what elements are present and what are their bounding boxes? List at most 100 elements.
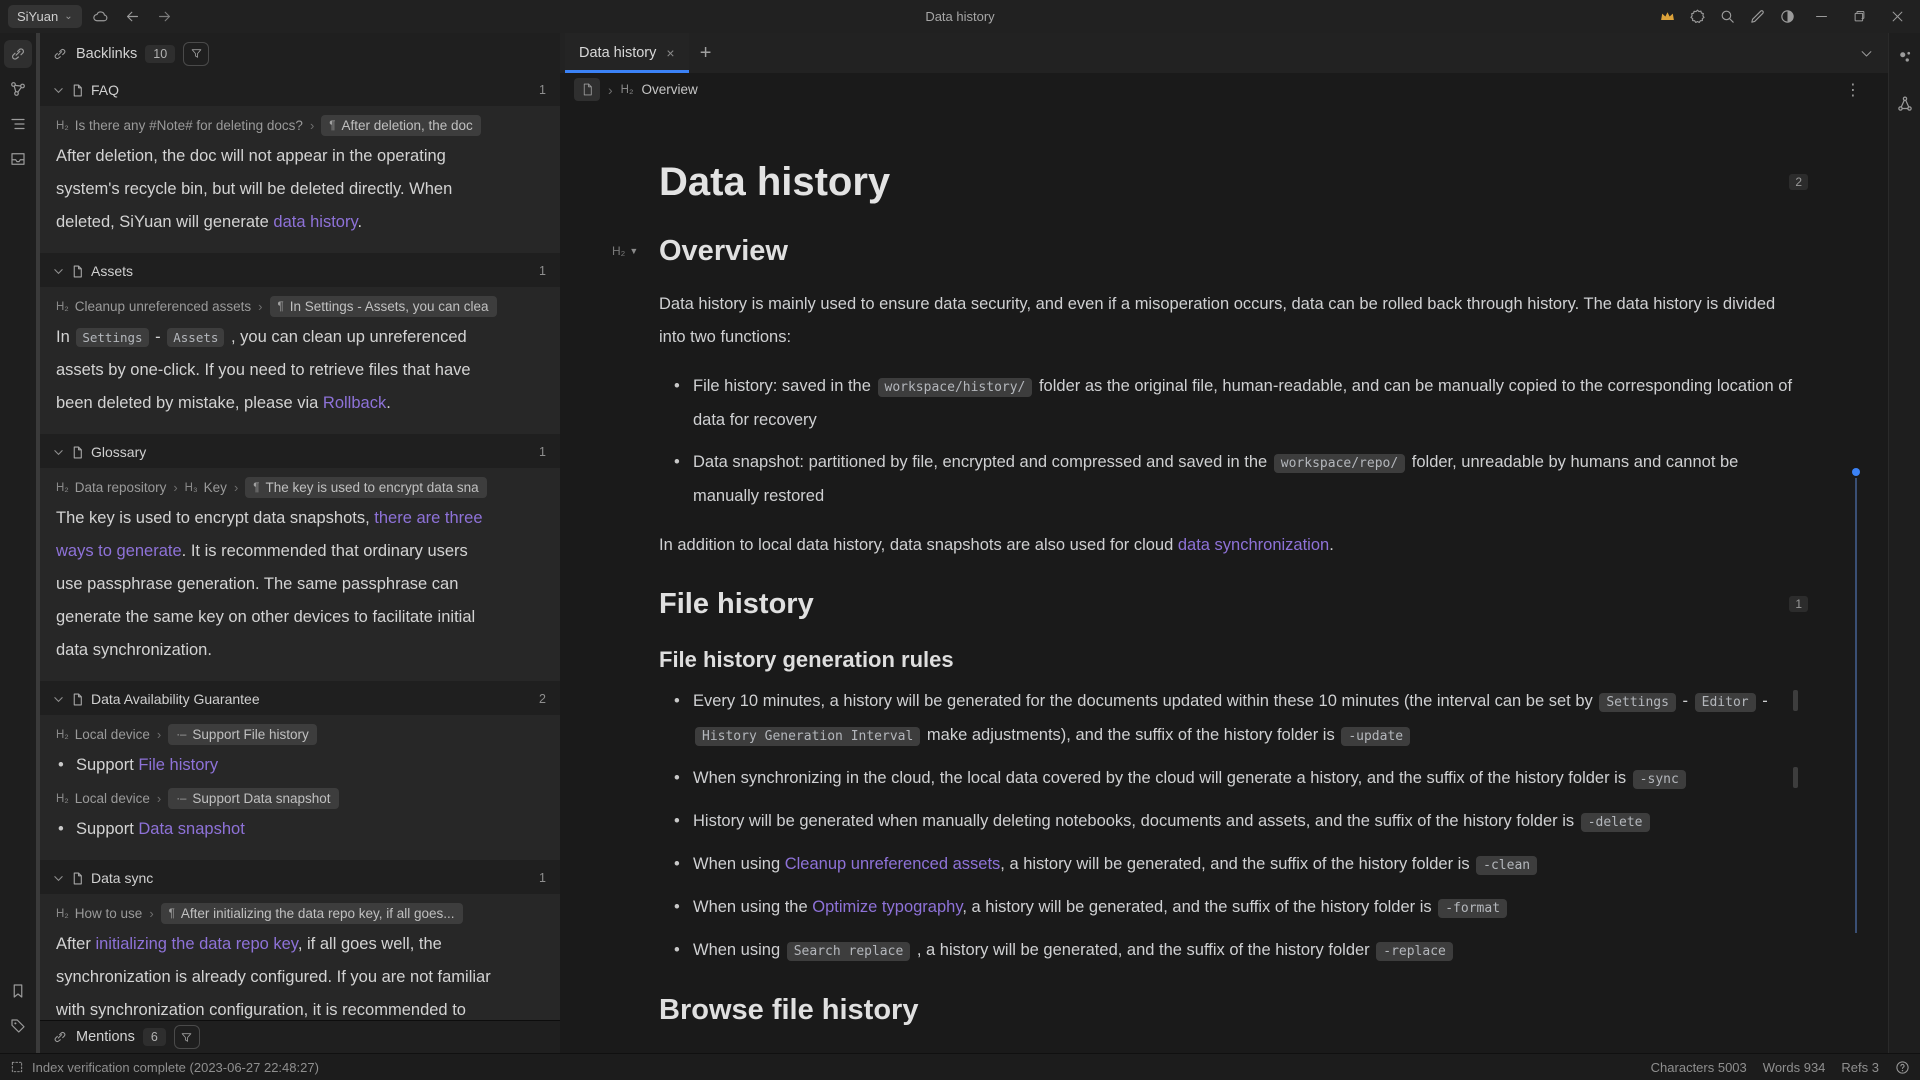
backlink-breadcrumb[interactable]: H₂Is there any #Note# for deleting docs?…: [56, 115, 560, 136]
breadcrumb-item[interactable]: ¶After deletion, the doc: [321, 115, 481, 136]
ref-link[interactable]: initializing the data repo key: [95, 935, 297, 953]
backlink-block-text[interactable]: The key is used to encrypt data snapshot…: [56, 502, 498, 667]
list-item[interactable]: Every 10 minutes, a history will be gene…: [659, 685, 1794, 753]
mentions-filter-button[interactable]: [174, 1025, 200, 1049]
backlink-block-text[interactable]: After initializing the data repo key, if…: [56, 928, 498, 1020]
backlink-block-text[interactable]: Support Data snapshot: [56, 813, 498, 846]
backlink-block-text[interactable]: In Settings - Assets , you can clean up …: [56, 321, 498, 420]
restore-button[interactable]: [1842, 4, 1876, 30]
list-item[interactable]: File history: saved in the workspace/his…: [659, 370, 1794, 437]
theme-mode-button[interactable]: [1774, 5, 1800, 29]
ref-link[interactable]: Cleanup unreferenced assets: [785, 855, 1001, 873]
list-item[interactable]: When using Cleanup unreferenced assets, …: [659, 848, 1794, 882]
inbox-dock-icon[interactable]: [4, 145, 32, 173]
paragraph-block[interactable]: In addition to local data history, data …: [659, 529, 1794, 562]
list-item[interactable]: When using the Optimize typography, a hi…: [659, 891, 1794, 925]
ref-link[interactable]: File history: [138, 756, 218, 774]
help-icon[interactable]: [1895, 1060, 1910, 1075]
backlink-doc-header[interactable]: Assets1: [40, 255, 560, 287]
window-titlebar: Data history SiYuan ⌄: [0, 0, 1920, 33]
breadcrumb-item[interactable]: ¶After initializing the data repo key, i…: [161, 903, 463, 924]
backlinks-filter-button[interactable]: [183, 42, 209, 66]
bookmark-dock-icon[interactable]: [4, 977, 32, 1005]
ref-link[interactable]: data history: [273, 213, 357, 231]
backlink-breadcrumb[interactable]: H₂Cleanup unreferenced assets›¶In Settin…: [56, 296, 560, 317]
backlink-block-text[interactable]: After deletion, the doc will not appear …: [56, 140, 498, 239]
sync-cloud-button[interactable]: [88, 5, 114, 29]
breadcrumb-item[interactable]: H₂Cleanup unreferenced assets: [56, 299, 251, 314]
graph-view-dock-icon[interactable]: [1891, 43, 1919, 71]
editor-surface[interactable]: Data history2 H₂▼Overview Data history is …: [560, 106, 1888, 1053]
backlink-block-text[interactable]: Support File history: [56, 749, 498, 782]
search-button[interactable]: [1714, 5, 1740, 29]
breadcrumb-text: Support File history: [192, 727, 308, 742]
new-tab-button[interactable]: +: [689, 33, 723, 73]
outline-dock-icon[interactable]: [4, 110, 32, 138]
tab-data-history[interactable]: Data history ×: [565, 33, 689, 73]
edit-mode-button[interactable]: [1744, 5, 1770, 29]
ref-link[interactable]: Rollback: [323, 394, 386, 412]
breadcrumb-item[interactable]: H₂Is there any #Note# for deleting docs?: [56, 118, 303, 133]
backlink-doc-header[interactable]: Glossary1: [40, 436, 560, 468]
heading-h2[interactable]: Browse file history: [659, 994, 1794, 1027]
close-button[interactable]: [1880, 4, 1914, 30]
app-menu-button[interactable]: SiYuan ⌄: [8, 5, 82, 28]
ref-count-badge[interactable]: 2: [1789, 174, 1808, 190]
heading-h2[interactable]: H₂▼Overview: [659, 235, 1794, 268]
chevron-down-icon[interactable]: [53, 873, 64, 884]
backlink-breadcrumb[interactable]: H₂How to use›¶After initializing the dat…: [56, 903, 560, 924]
paragraph-block[interactable]: Data history is mainly used to ensure da…: [659, 288, 1794, 354]
back-button[interactable]: [120, 5, 146, 29]
chevron-down-icon[interactable]: [53, 266, 64, 277]
chevron-down-icon[interactable]: [53, 447, 64, 458]
chevron-down-icon[interactable]: [53, 85, 64, 96]
backlink-doc-header[interactable]: FAQ1: [40, 74, 560, 106]
doc-more-icon[interactable]: ⋮: [1845, 80, 1862, 100]
scroll-thumb-dot[interactable]: [1852, 468, 1860, 476]
tab-close-icon[interactable]: ×: [666, 45, 674, 61]
backlinks-dock-icon[interactable]: [4, 40, 32, 68]
breadcrumb-item[interactable]: ·–Support File history: [168, 724, 317, 745]
list-item[interactable]: When using Search replace , a history wi…: [659, 934, 1794, 968]
minimize-button[interactable]: [1804, 4, 1838, 30]
backlink-breadcrumb[interactable]: H₂Data repository›H₃Key›¶The key is used…: [56, 477, 560, 498]
breadcrumb-item[interactable]: H₂How to use: [56, 906, 142, 921]
list-item[interactable]: When synchronizing in the cloud, the loc…: [659, 762, 1794, 796]
tag-dock-icon[interactable]: [4, 1012, 32, 1040]
list-item[interactable]: Data snapshot: partitioned by file, encr…: [659, 446, 1794, 513]
heading-gutter-toggle[interactable]: H₂▼: [612, 244, 638, 258]
ref-count-badge[interactable]: 1: [1789, 596, 1808, 612]
ref-link[interactable]: data synchronization: [1178, 536, 1329, 554]
breadcrumb-item[interactable]: H₃Key: [185, 480, 227, 495]
backlink-breadcrumb[interactable]: H₂Local device›·–Support Data snapshot: [56, 788, 560, 809]
mentions-header[interactable]: Mentions 6: [40, 1020, 560, 1053]
heading-h3[interactable]: File history generation rules: [659, 647, 1794, 673]
backlink-icon: [52, 46, 68, 62]
breadcrumb-heading[interactable]: Overview: [641, 82, 697, 97]
breadcrumb-item[interactable]: H₂Data repository: [56, 480, 166, 495]
right-dock-rail: [1888, 33, 1920, 1053]
list-item[interactable]: History will be generated when manually …: [659, 805, 1794, 839]
document-icon[interactable]: [574, 78, 600, 101]
ref-link[interactable]: Optimize typography: [812, 898, 962, 916]
heading-h2[interactable]: File history1: [659, 588, 1794, 621]
breadcrumb-item[interactable]: ¶In Settings - Assets, you can clea: [270, 296, 497, 317]
collapse-caret-icon[interactable]: ▼: [629, 246, 638, 256]
forward-button[interactable]: [152, 5, 178, 29]
editor-scroll-indicator[interactable]: [1852, 468, 1860, 933]
breadcrumb-item[interactable]: H₂Local device: [56, 791, 150, 806]
heading-h1[interactable]: Data history2: [659, 160, 1794, 205]
membership-crown-button[interactable]: [1654, 5, 1680, 29]
marketplace-button[interactable]: [1684, 5, 1710, 29]
backlink-doc-header[interactable]: Data Availability Guarantee2: [40, 683, 560, 715]
breadcrumb-item[interactable]: ·–Support Data snapshot: [168, 788, 338, 809]
graph-dock-icon[interactable]: [4, 75, 32, 103]
ref-link[interactable]: Data snapshot: [138, 820, 244, 838]
breadcrumb-item[interactable]: ¶The key is used to encrypt data sna: [245, 477, 486, 498]
chevron-down-icon[interactable]: [53, 694, 64, 705]
tab-list-chevron-button[interactable]: [1859, 33, 1874, 73]
backlink-breadcrumb[interactable]: H₂Local device›·–Support File history: [56, 724, 560, 745]
breadcrumb-item[interactable]: H₂Local device: [56, 727, 150, 742]
global-graph-dock-icon[interactable]: [1891, 90, 1919, 118]
backlink-doc-header[interactable]: Data sync1: [40, 862, 560, 894]
